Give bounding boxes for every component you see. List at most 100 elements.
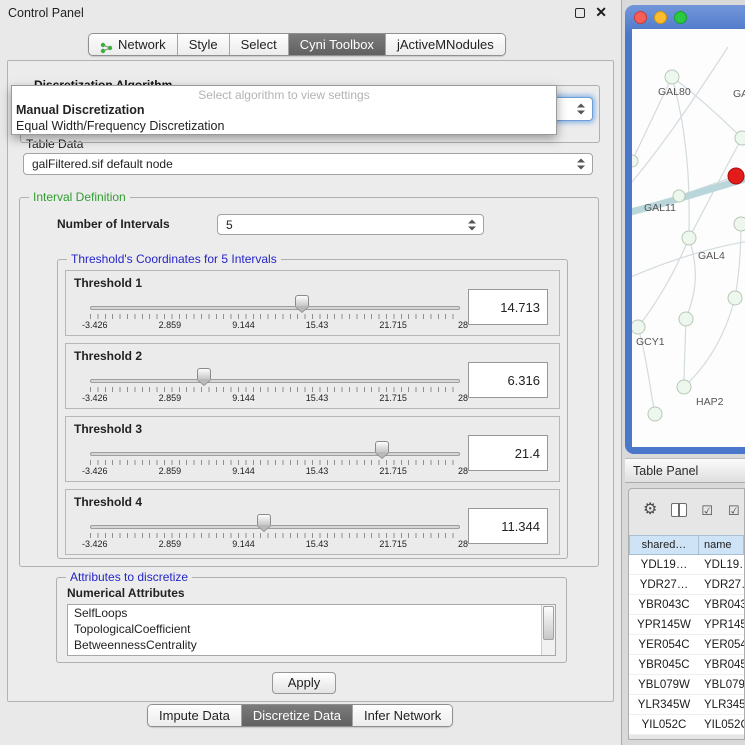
control-panel-titlebar[interactable]: Control Panel ✕ [0,0,621,26]
cell[interactable]: YLR345W [629,695,699,714]
slider-track[interactable] [90,379,460,383]
cell[interactable]: YDL19… [699,555,744,574]
cell[interactable]: YLR345W [699,695,744,714]
cell[interactable]: YDR27… [699,575,744,594]
tab-infer-network[interactable]: Infer Network [352,705,452,726]
slider-scale-labels: -3.4262.8599.14415.4321.71528 [82,393,468,403]
tab-network[interactable]: Network [89,34,177,55]
cell[interactable]: YDR27… [629,575,699,594]
slider-thumb[interactable] [257,514,271,525]
node-label: GCY1 [636,336,665,348]
cell[interactable]: YIL052C [699,715,744,734]
cell[interactable]: YPR145W [699,615,744,634]
tab-impute-data[interactable]: Impute Data [148,705,241,726]
number-of-intervals-select[interactable]: 5 [217,214,484,235]
table-row[interactable]: YDL19…YDL19… [629,555,744,575]
close-window-icon[interactable] [634,11,647,24]
list-scrollbar[interactable] [541,605,555,655]
network-view-window[interactable]: GAL80 GAL11 GAL4 GCY1 HAP2 GA [625,5,745,454]
algorithm-option-manual[interactable]: Manual Discretization [12,102,556,118]
table-panel-titlebar[interactable]: Table Panel [625,458,745,483]
cell[interactable]: YBL079W [699,675,744,694]
slider-track[interactable] [90,525,460,529]
table-data-value: galFiltered.sif default node [32,157,173,171]
cell[interactable]: YER054C [629,635,699,654]
combo-arrows-icon [577,104,585,115]
cell[interactable]: YPR145W [629,615,699,634]
scale-tick: 15.43 [306,466,329,476]
gear-icon[interactable]: ⚙ [643,502,657,518]
algorithm-dropdown-popup: Select algorithm to view settings Manual… [11,85,557,135]
cell[interactable]: YDL19… [629,555,699,574]
list-item[interactable]: BetweennessCentrality [68,637,555,653]
float-window-icon[interactable] [575,8,585,18]
threshold-3-value-field[interactable]: 21.4 [468,435,548,471]
screen: { "titlebar": { "title": "Control Panel"… [0,0,745,745]
tab-label: Select [241,34,277,55]
slider-scale-labels: -3.4262.8599.14415.4321.71528 [82,320,468,330]
tab-label: Impute Data [159,705,230,726]
apply-button[interactable]: Apply [272,672,336,694]
slider-track[interactable] [90,306,460,310]
tab-label: jActiveMNodules [397,34,494,55]
tab-cyni-toolbox[interactable]: Cyni Toolbox [288,34,385,55]
slider-ticks [90,314,460,319]
node-label: GAL4 [698,250,725,262]
zoom-window-icon[interactable] [674,11,687,24]
threshold-2-slider[interactable]: -3.4262.8599.14415.4321.71528 [90,368,460,402]
algorithm-option-equal-width[interactable]: Equal Width/Frequency Discretization [12,118,556,134]
tab-discretize-data[interactable]: Discretize Data [241,705,352,726]
table-row[interactable]: YIL052CYIL052C [629,715,744,735]
select-none-icon[interactable]: ☑ [728,504,741,517]
tab-style[interactable]: Style [177,34,229,55]
threshold-4-slider[interactable]: -3.4262.8599.14415.4321.71528 [90,514,460,548]
threshold-1-panel: Threshold 1 -3.4262.8599.14415.4321.7152… [65,270,560,336]
close-icon[interactable]: ✕ [595,4,607,21]
minimize-window-icon[interactable] [654,11,667,24]
slider-ticks [90,460,460,465]
column-header-shared-name[interactable]: shared… [629,535,699,555]
slider-thumb[interactable] [197,368,211,379]
node-label: GA [733,88,745,100]
cell[interactable]: YIL052C [629,715,699,734]
slider-thumb[interactable] [295,295,309,306]
cell[interactable]: YBR045C [629,655,699,674]
numerical-attributes-list[interactable]: SelfLoops TopologicalCoefficient Between… [67,604,556,656]
threshold-1-slider[interactable]: -3.4262.8599.14415.4321.71528 [90,295,460,329]
list-item[interactable]: TopologicalCoefficient [68,621,555,637]
column-header-name[interactable]: name [699,535,744,555]
table-row[interactable]: YBL079WYBL079W [629,675,744,695]
tab-select[interactable]: Select [229,34,288,55]
tab-jactivemnodules[interactable]: jActiveMNodules [385,34,505,55]
combo-arrows-icon [577,159,585,170]
table-row[interactable]: YPR145WYPR145W [629,615,744,635]
network-canvas[interactable]: GAL80 GAL11 GAL4 GCY1 HAP2 GA [632,29,745,447]
list-item[interactable]: SelfLoops [68,605,555,621]
table-data-select[interactable]: galFiltered.sif default node [23,153,593,175]
scale-tick: 15.43 [306,539,329,549]
scale-tick: -3.426 [82,466,108,476]
cell[interactable]: YBR043C [629,595,699,614]
slider-thumb[interactable] [375,441,389,452]
cell[interactable]: YBR045C [699,655,744,674]
columns-icon[interactable] [671,503,687,517]
table-row[interactable]: YLR345WYLR345W [629,695,744,715]
threshold-3-slider[interactable]: -3.4262.8599.14415.4321.71528 [90,441,460,475]
cell[interactable]: YBR043C [699,595,744,614]
group-title: Threshold's Coordinates for 5 Intervals [67,252,281,266]
select-all-icon[interactable]: ☑ [701,504,714,517]
threshold-3-panel: Threshold 3 -3.4262.8599.14415.4321.7152… [65,416,560,482]
scrollbar-thumb[interactable] [543,606,554,640]
threshold-1-value-field[interactable]: 14.713 [468,289,548,325]
threshold-4-value-field[interactable]: 11.344 [468,508,548,544]
table-header-row: shared… name [629,535,744,555]
cell[interactable]: YBL079W [629,675,699,694]
slider-track[interactable] [90,452,460,456]
table-row[interactable]: YBR043CYBR043C [629,595,744,615]
table-row[interactable]: YER054CYER054C [629,635,744,655]
table-row[interactable]: YDR27…YDR27… [629,575,744,595]
threshold-label: Threshold 4 [74,495,142,509]
cell[interactable]: YER054C [699,635,744,654]
table-row[interactable]: YBR045CYBR045C [629,655,744,675]
threshold-2-value-field[interactable]: 6.316 [468,362,548,398]
